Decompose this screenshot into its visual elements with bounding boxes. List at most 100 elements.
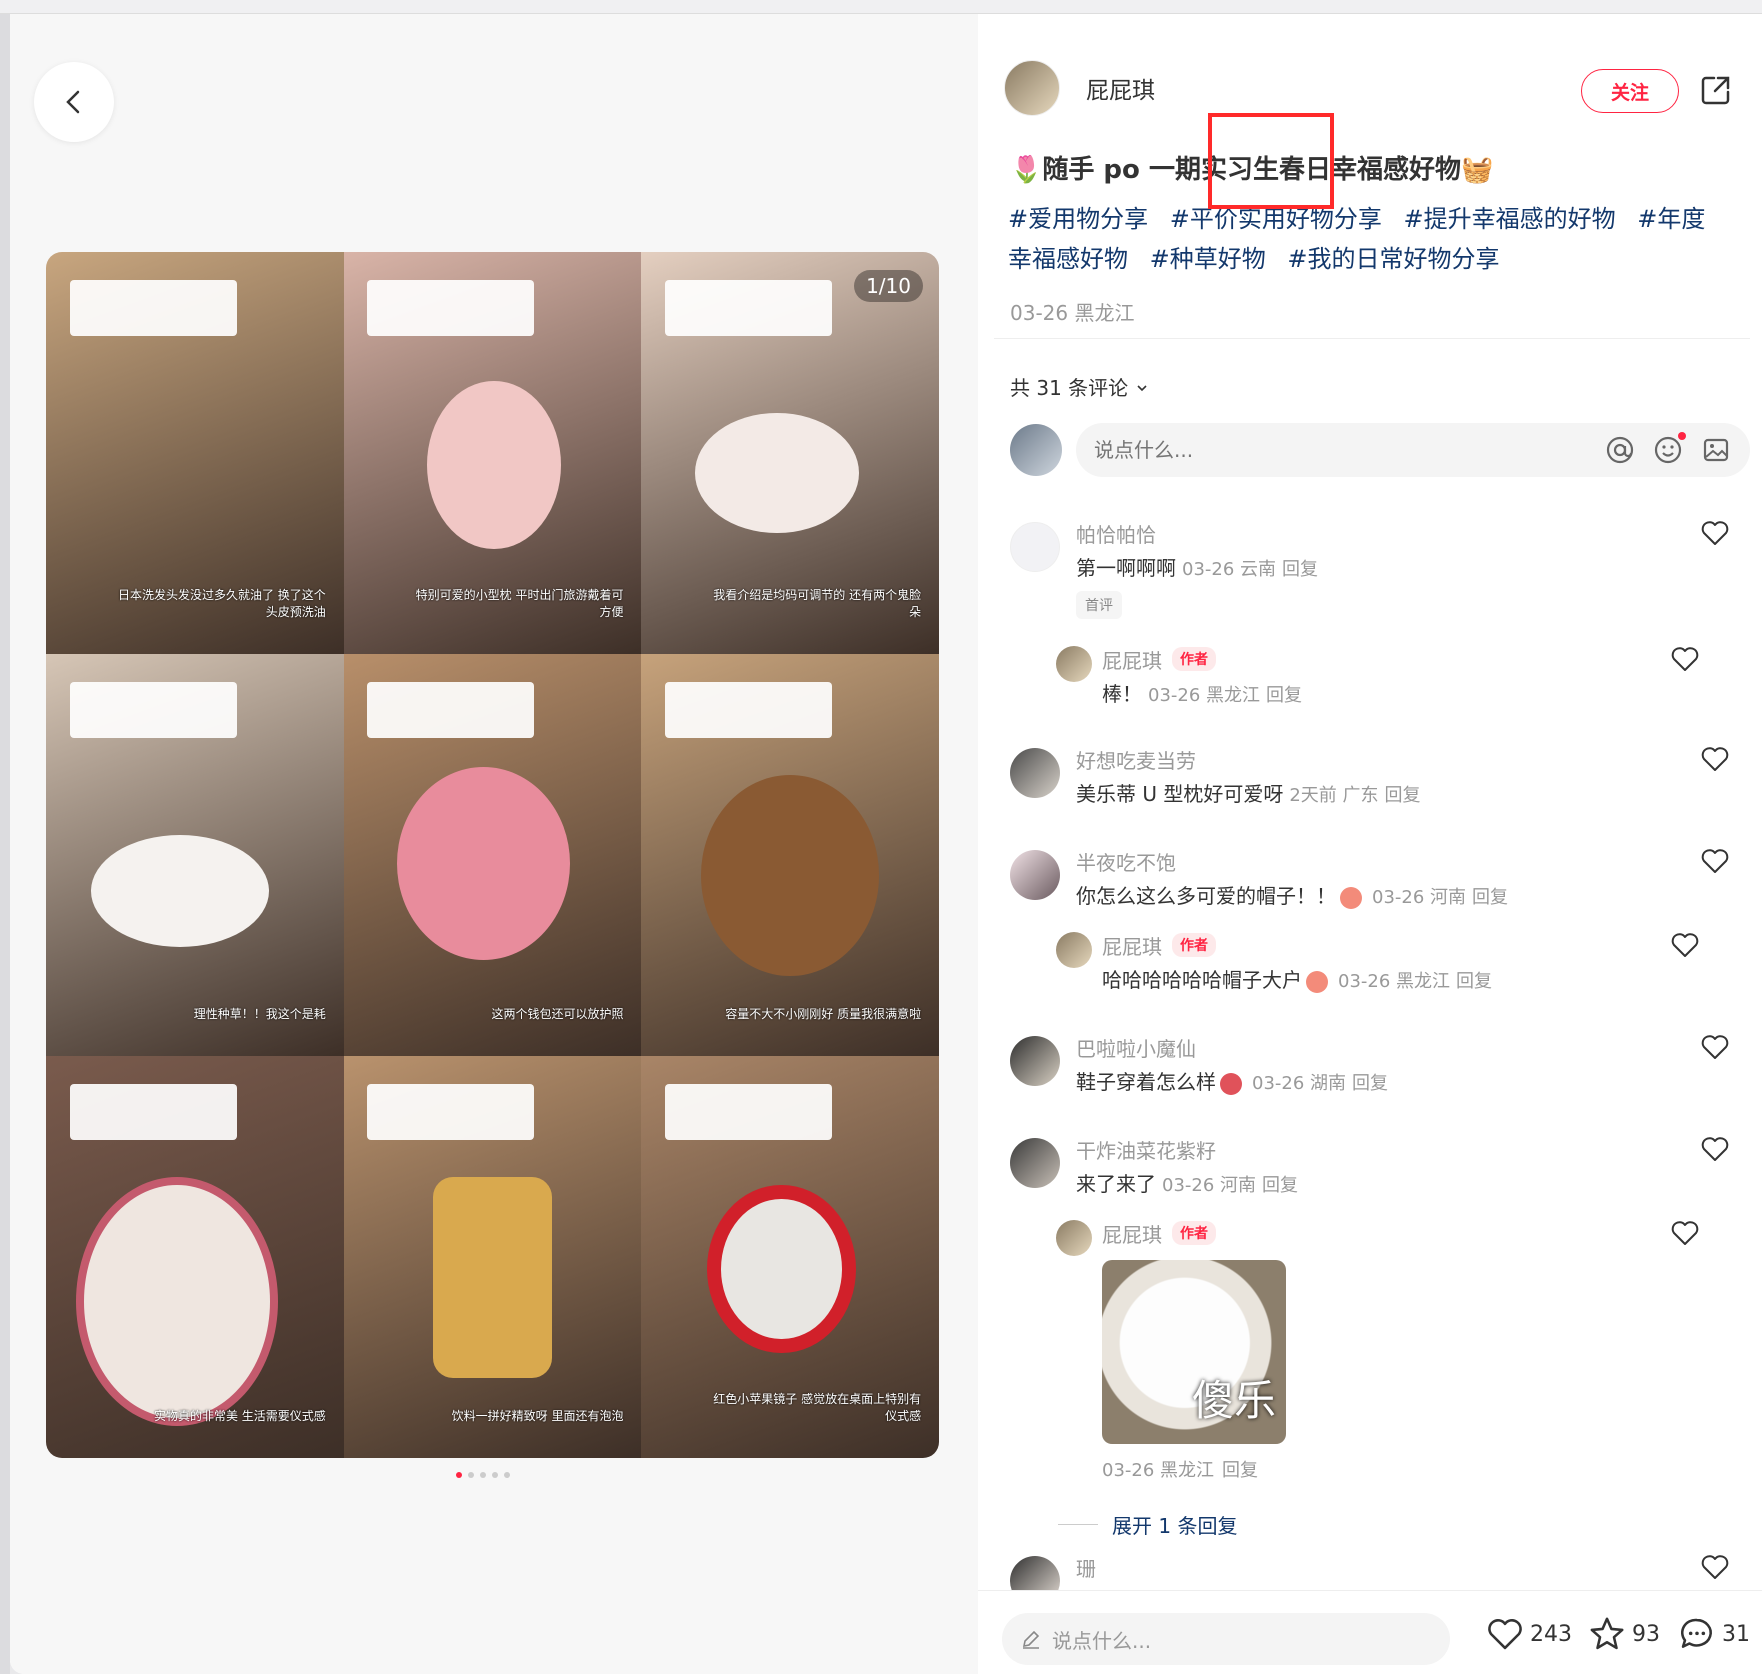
comment-text: 鞋子穿着怎么样 [1076, 1070, 1216, 1094]
comment-item: 半夜吃不饱 你怎么这么多可爱的帽子！！ 03-26 河南 回复 [1010, 846, 1730, 916]
replier-avatar[interactable] [1056, 932, 1092, 968]
author-name[interactable]: 屁屁琪 [1086, 71, 1155, 105]
expand-replies-label: 展开 1 条回复 [1112, 1514, 1238, 1538]
tag-link[interactable]: #我的日常好物分享 [1287, 245, 1499, 273]
reply-item: 屁屁琪 作者 哈哈哈哈哈哈帽子大户 03-26 黑龙江 回复 [1056, 930, 1706, 1000]
heart-icon[interactable] [1670, 644, 1700, 674]
comment-total: 31 [1722, 1621, 1750, 1647]
heart-icon[interactable] [1700, 1134, 1730, 1164]
replier-avatar[interactable] [1056, 646, 1092, 682]
collect-button[interactable]: 93 [1588, 1615, 1660, 1653]
comment-text: 美乐蒂 U 型枕好可爱呀 [1076, 782, 1284, 806]
photo-tile: 特别可爱的小型枕 平时出门旅游戴着可方便 [343, 252, 642, 654]
commenter-avatar[interactable] [1010, 1556, 1060, 1590]
comment-date: 03-26 云南 [1182, 559, 1277, 580]
reply-item: 屁屁琪 作者 傻乐 03-26 黑龙江 回复 [1056, 1218, 1706, 1508]
heart-icon[interactable] [1700, 518, 1730, 548]
image-counter: 1/10 [854, 270, 923, 302]
tile-note: 这两个钱包还可以放护照 [491, 1007, 624, 1022]
commenter-name[interactable]: 半夜吃不饱 [1076, 846, 1636, 876]
commenter-avatar[interactable] [1010, 748, 1060, 798]
author-info[interactable]: 屁屁琪 [1004, 60, 1155, 116]
heart-icon [1488, 1619, 1522, 1650]
pencil-icon [1022, 1630, 1040, 1649]
tag-list: #爱用物分享 #平价实用好物分享 #提升幸福感的好物 #年度幸福感好物 #种草好… [1008, 199, 1728, 279]
commenter-avatar[interactable] [1010, 1036, 1060, 1086]
reply-link[interactable]: 回复 [1472, 887, 1508, 908]
commenter-name[interactable]: 珊 [1076, 1552, 1636, 1582]
tag-link[interactable]: #提升幸福感的好物 [1404, 205, 1616, 233]
replier-name[interactable]: 屁屁琪 [1102, 1219, 1162, 1248]
reply-link[interactable]: 回复 [1266, 685, 1302, 706]
reply-image[interactable]: 傻乐 [1102, 1260, 1286, 1444]
comment-date: 03-26 河南 [1372, 887, 1467, 908]
comment-count: 共 31 条评论 [1010, 376, 1129, 400]
my-avatar [1010, 424, 1062, 476]
comment-date: 03-26 黑龙江 [1102, 1460, 1215, 1481]
heart-icon[interactable] [1700, 744, 1730, 774]
tile-note: 日本洗发头发没过多久就油了 换了这个头皮预洗油 [117, 588, 326, 620]
tile-note: 红色小苹果镜子 感觉放在桌面上特别有仪式感 [713, 1392, 922, 1424]
heart-icon[interactable] [1700, 846, 1730, 876]
comment-input[interactable] [1094, 438, 1588, 462]
comment-item: 干炸油菜花紫籽 来了来了 03-26 河南 回复 [1010, 1134, 1730, 1204]
author-avatar[interactable] [1004, 60, 1060, 116]
comment-compose [1010, 422, 1750, 478]
commenter-name[interactable]: 帕恰帕恰 [1076, 518, 1636, 548]
reply-link[interactable]: 回复 [1456, 971, 1492, 992]
commenter-name[interactable]: 巴啦啦小魔仙 [1076, 1032, 1636, 1062]
bottom-input-placeholder: 说点什么... [1052, 1628, 1152, 1653]
comment-input-box[interactable] [1076, 423, 1750, 477]
photo-tile: 容量不大不小刚刚好 质量我很满意啦 [641, 654, 939, 1056]
commenter-avatar[interactable] [1010, 522, 1060, 572]
reply-link[interactable]: 回复 [1222, 1460, 1258, 1481]
heart-icon[interactable] [1700, 1552, 1730, 1582]
comment-text: 你怎么这么多可爱的帽子！！ [1076, 884, 1336, 908]
heart-icon[interactable] [1670, 930, 1700, 960]
image-carousel[interactable]: 日本洗发头发没过多久就油了 换了这个头皮预洗油 特别可爱的小型枕 平时出门旅游戴… [46, 252, 939, 1458]
tag-link[interactable]: #种草好物 [1150, 245, 1266, 273]
bottom-comment-input[interactable]: 说点什么... [1002, 1613, 1450, 1665]
follow-button[interactable]: 关注 [1581, 69, 1679, 113]
carousel-dots[interactable] [456, 1472, 510, 1478]
commenter-name[interactable]: 好想吃麦当劳 [1076, 744, 1636, 774]
like-button[interactable]: 243 [1486, 1615, 1572, 1653]
reply-link[interactable]: 回复 [1385, 785, 1421, 806]
replier-name[interactable]: 屁屁琪 [1102, 931, 1162, 960]
expand-replies[interactable]: 展开 1 条回复 [1058, 1510, 1237, 1539]
author-badge: 作者 [1172, 1221, 1216, 1245]
author-badge: 作者 [1172, 933, 1216, 957]
replier-avatar[interactable] [1056, 1220, 1092, 1256]
commenter-name[interactable]: 干炸油菜花紫籽 [1076, 1134, 1636, 1164]
back-button[interactable] [34, 62, 114, 142]
tile-note: 特别可爱的小型枕 平时出门旅游戴着可方便 [415, 588, 624, 620]
reply-item: 屁屁琪 作者 棒！ 03-26 黑龙江 回复 [1056, 644, 1706, 714]
tag-link[interactable]: #平价实用好物分享 [1170, 205, 1382, 233]
reply-link[interactable]: 回复 [1262, 1175, 1298, 1196]
comment-count-sort[interactable]: 共 31 条评论 [1010, 372, 1149, 401]
emoji-button[interactable] [1652, 432, 1686, 466]
replier-name[interactable]: 屁屁琪 [1102, 645, 1162, 674]
mention-icon[interactable] [1604, 434, 1636, 466]
emoji-sticker [1306, 970, 1328, 993]
tag-link[interactable]: #爱用物分享 [1008, 205, 1148, 233]
reply-link[interactable]: 回复 [1352, 1073, 1388, 1094]
share-icon[interactable] [1698, 72, 1734, 108]
comment-date: 03-26 黑龙江 [1338, 971, 1451, 992]
heart-icon[interactable] [1670, 1218, 1700, 1248]
chat-bubble-icon [1680, 1618, 1712, 1648]
reply-link[interactable]: 回复 [1282, 559, 1318, 580]
comment-date: 03-26 河南 [1162, 1175, 1257, 1196]
tile-note: 我看介绍是均码可调节的 还有两个鬼脸朵 [713, 588, 922, 620]
commenter-avatar[interactable] [1010, 1138, 1060, 1188]
chevron-left-icon [66, 90, 80, 114]
engage-bar: 说点什么... 243 93 31 [978, 1590, 1762, 1674]
photo-tile: 实物真的非常美 生活需要仪式感 [46, 1056, 344, 1458]
heart-icon[interactable] [1700, 1032, 1730, 1062]
image-icon[interactable] [1700, 434, 1732, 466]
photo-tile: 这两个钱包还可以放护照 [343, 654, 642, 1056]
commenter-avatar[interactable] [1010, 850, 1060, 900]
comment-button[interactable]: 31 [1678, 1615, 1750, 1653]
note-title: 🌷随手 po 一期实习生春日幸福感好物🧺 [1010, 155, 1494, 185]
like-count: 243 [1530, 1621, 1572, 1647]
